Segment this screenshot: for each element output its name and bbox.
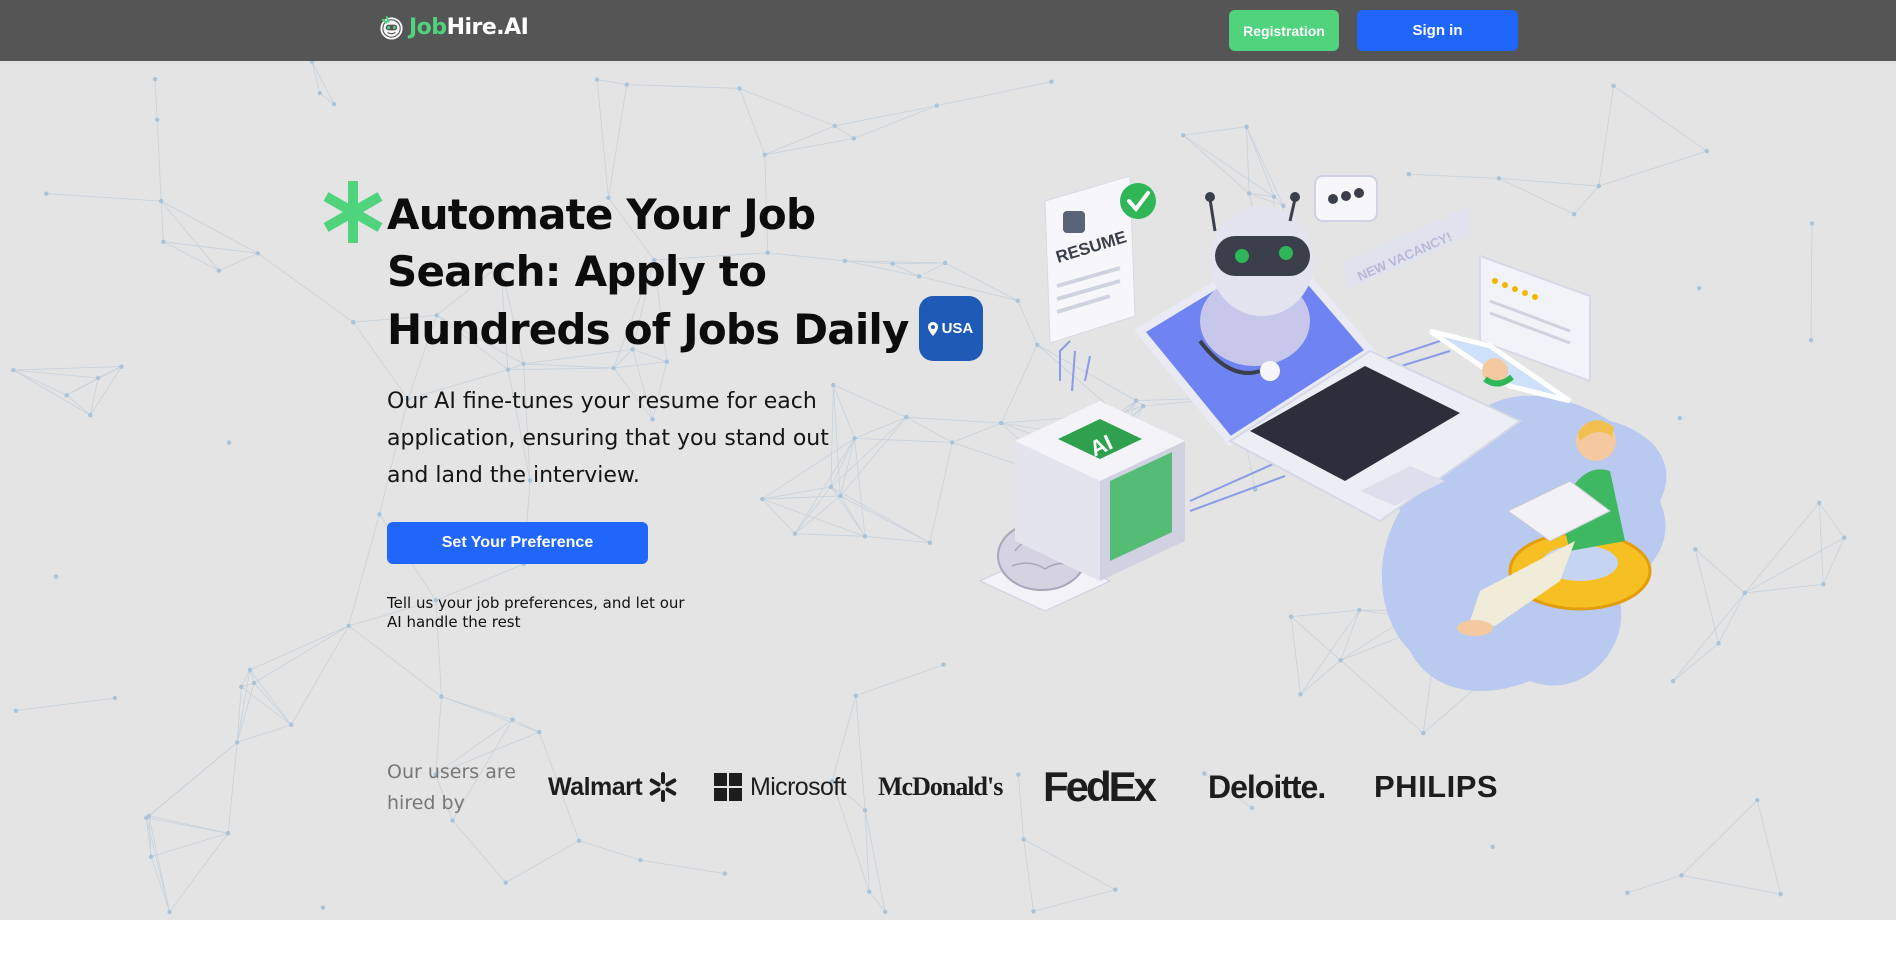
hero-subtext: Our AI fine-tunes your resume for each a… bbox=[387, 389, 829, 488]
philips-logo: PHILIPS bbox=[1374, 769, 1499, 804]
hired-by-label: Our users are hired by bbox=[387, 761, 516, 814]
cta-note: Tell us your job preferences, and let ou… bbox=[387, 594, 685, 631]
fedex-logo: FedEx bbox=[1043, 763, 1157, 810]
mcdonalds-logo: McDonald's bbox=[878, 772, 1003, 801]
hero-section: Automate Your Job Search: Apply to Hundr… bbox=[0, 61, 1896, 920]
robot-face-icon bbox=[380, 15, 403, 40]
walmart-wordmark: Walmart bbox=[548, 772, 643, 801]
microsoft-logo: Microsoft bbox=[714, 762, 847, 812]
microsoft-wordmark: Microsoft bbox=[750, 772, 847, 801]
walmart-spark-icon bbox=[649, 772, 677, 802]
green-asterisk-icon bbox=[323, 181, 383, 243]
logo-wordmark: JobHire.AI bbox=[409, 15, 529, 40]
deloitte-logo: Deloitte. bbox=[1208, 768, 1326, 805]
sign-in-button[interactable]: Sign in bbox=[1357, 10, 1518, 51]
walmart-logo: Walmart bbox=[548, 762, 679, 812]
top-navbar: JobHire.AI Registration Sign in bbox=[0, 0, 1896, 61]
windows-squares-icon bbox=[714, 773, 742, 801]
jobhire-logo[interactable]: JobHire.AI bbox=[378, 14, 529, 41]
hero-illustration: AI RESUME NEW VACANCY! bbox=[978, 175, 1667, 691]
location-pin-icon bbox=[927, 321, 938, 336]
hero-headline: Automate Your Job Search: Apply to Hundr… bbox=[387, 186, 987, 365]
registration-button[interactable]: Registration bbox=[1229, 10, 1339, 51]
check-icon bbox=[1120, 183, 1156, 219]
headline-text: Automate Your Job Search: Apply to Hundr… bbox=[387, 190, 909, 354]
set-preference-button[interactable]: Set Your Preference bbox=[387, 522, 648, 564]
